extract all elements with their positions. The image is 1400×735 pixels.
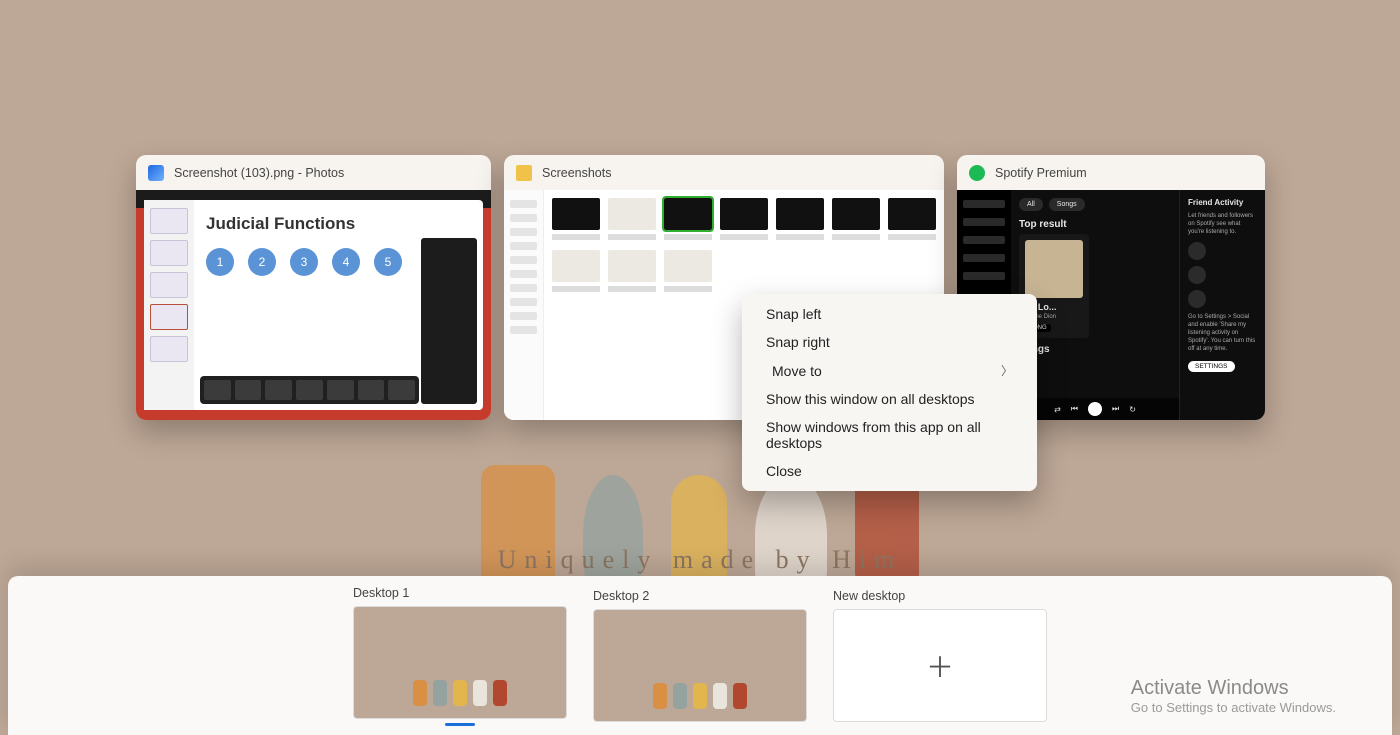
slide-title: Judicial Functions [206, 214, 471, 234]
menu-close[interactable]: Close [742, 457, 1037, 485]
menu-move-to[interactable]: Move to 〉 [742, 356, 1037, 385]
window-preview-photos[interactable]: Screenshot (103).png - Photos Judicial F… [136, 155, 491, 420]
desktop-label: New desktop [833, 589, 1047, 603]
window-title: Screenshots [542, 166, 611, 180]
watermark-title: Activate Windows [1131, 677, 1336, 700]
filter-pill-songs: Songs [1049, 198, 1085, 211]
repeat-icon: ↻ [1129, 405, 1136, 414]
window-title: Screenshot (103).png - Photos [174, 166, 344, 180]
menu-show-on-all-desktops[interactable]: Show this window on all desktops [742, 385, 1037, 413]
desktop-preview[interactable] [593, 609, 807, 722]
friend-activity-hint: Go to Settings > Social and enable 'Shar… [1188, 314, 1257, 353]
new-desktop[interactable]: New desktop ＋ [833, 589, 1047, 722]
plus-icon: ＋ [926, 646, 954, 686]
folder-icon [516, 165, 532, 181]
songs-section-label: Songs [1019, 344, 1171, 355]
window-context-menu: Snap left Snap right Move to 〉 Show this… [742, 294, 1037, 491]
window-header: Spotify Premium [957, 155, 1265, 190]
window-header: Screenshots [504, 155, 944, 190]
task-view-windows: Screenshot (103).png - Photos Judicial F… [136, 155, 1265, 420]
watermark-subtitle: Go to Settings to activate Windows. [1131, 700, 1336, 715]
desktop-label: Desktop 1 [353, 586, 567, 600]
menu-snap-right[interactable]: Snap right [742, 328, 1037, 356]
filter-pill-all: All [1019, 198, 1043, 211]
chevron-right-icon: 〉 [1001, 362, 1013, 379]
desktop-1[interactable]: Desktop 1 [353, 586, 567, 726]
prev-icon: ⏮ [1071, 404, 1078, 414]
friend-activity-title: Friend Activity [1188, 198, 1257, 207]
settings-button: SETTINGS [1188, 361, 1235, 372]
friend-activity-text: Let friends and followers on Spotify see… [1188, 213, 1257, 236]
shuffle-icon: ⇄ [1054, 405, 1061, 414]
menu-show-app-on-all-desktops[interactable]: Show windows from this app on all deskto… [742, 413, 1037, 457]
photos-app-icon [148, 165, 164, 181]
active-desktop-indicator [445, 723, 475, 726]
window-header: Screenshot (103).png - Photos [136, 155, 491, 190]
activate-windows-watermark: Activate Windows Go to Settings to activ… [1131, 677, 1336, 715]
top-result-label: Top result [1019, 219, 1171, 230]
desktop-preview[interactable] [353, 606, 567, 719]
virtual-desktops-panel: Desktop 1 Desktop 2 New desktop ＋ Activa… [8, 576, 1392, 735]
next-icon: ⏭ [1112, 404, 1119, 414]
window-title: Spotify Premium [995, 166, 1087, 180]
desktop-label: Desktop 2 [593, 589, 807, 603]
menu-snap-left[interactable]: Snap left [742, 300, 1037, 328]
window-thumbnail: Judicial Functions 12345 [136, 190, 491, 420]
desktop-2[interactable]: Desktop 2 [593, 589, 807, 722]
spotify-icon [969, 165, 985, 181]
album-cover [1025, 240, 1083, 298]
play-icon [1088, 402, 1102, 416]
wallpaper-tagline: Uniquely made by Him [0, 545, 1400, 575]
new-desktop-button[interactable]: ＋ [833, 609, 1047, 722]
